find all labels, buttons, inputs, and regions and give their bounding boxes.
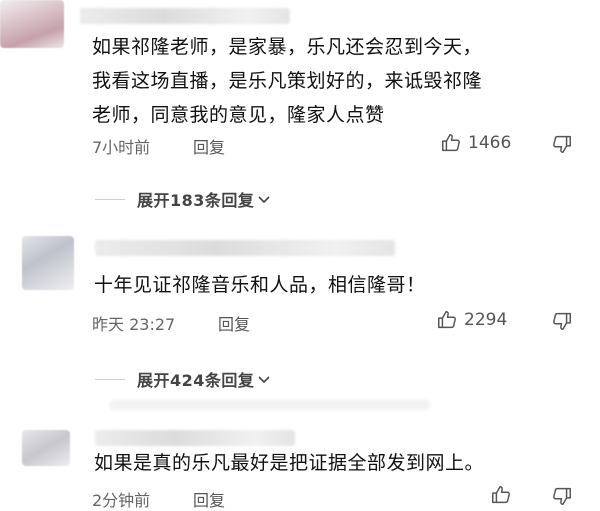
comment-time: 2分钟前 bbox=[92, 491, 151, 510]
username-blurred[interactable] bbox=[80, 8, 290, 24]
comment-text: 十年见证祁隆音乐和人品，相信隆哥！ bbox=[94, 274, 426, 296]
thumbs-up-icon bbox=[438, 311, 456, 329]
reply-button[interactable]: 回复 bbox=[193, 487, 225, 511]
like-button[interactable]: 2294 bbox=[436, 309, 507, 331]
comment-time: 7小时前 bbox=[92, 138, 151, 157]
expand-replies-label: 展开424条回复 bbox=[137, 371, 255, 390]
like-count: 1466 bbox=[468, 133, 512, 153]
like-count: 2294 bbox=[464, 310, 508, 330]
like-button[interactable]: 1466 bbox=[440, 132, 511, 154]
chevron-down-icon bbox=[258, 196, 270, 204]
comment-text: 如果是真的乐凡最好是把证据全部发到网上。 bbox=[94, 452, 485, 474]
expand-replies-button[interactable]: 展开183条回复 bbox=[95, 187, 272, 211]
dislike-button[interactable] bbox=[551, 485, 573, 511]
divider-line bbox=[95, 198, 125, 200]
avatar[interactable] bbox=[22, 236, 74, 290]
comment-time: 昨天 23:27 bbox=[92, 315, 176, 334]
reply-button[interactable]: 回复 bbox=[218, 311, 250, 335]
thumbs-down-icon bbox=[553, 135, 571, 153]
comment-text: 如果祁隆老师，是家暴，乐凡还会忍到今天， 我看这场直播，是乐凡策划好的，来诋毁祁… bbox=[92, 36, 483, 126]
username-blurred[interactable] bbox=[95, 430, 295, 446]
thumbs-down-icon bbox=[553, 487, 571, 505]
thumbs-up-icon bbox=[492, 486, 510, 504]
reply-button[interactable]: 回复 bbox=[193, 134, 225, 158]
expand-replies-label: 展开183条回复 bbox=[137, 191, 255, 210]
expand-replies-button[interactable]: 展开424条回复 bbox=[95, 367, 272, 391]
dislike-button[interactable] bbox=[551, 133, 573, 159]
username-blurred[interactable] bbox=[95, 240, 395, 256]
avatar[interactable] bbox=[0, 0, 64, 48]
thumbs-up-icon bbox=[442, 134, 460, 152]
avatar[interactable] bbox=[22, 430, 70, 466]
like-button[interactable] bbox=[490, 484, 512, 506]
thumbs-down-icon bbox=[553, 312, 571, 330]
dislike-button[interactable] bbox=[551, 310, 573, 336]
blurred-separator bbox=[110, 400, 430, 410]
divider-line bbox=[95, 378, 125, 380]
chevron-down-icon bbox=[258, 376, 270, 384]
